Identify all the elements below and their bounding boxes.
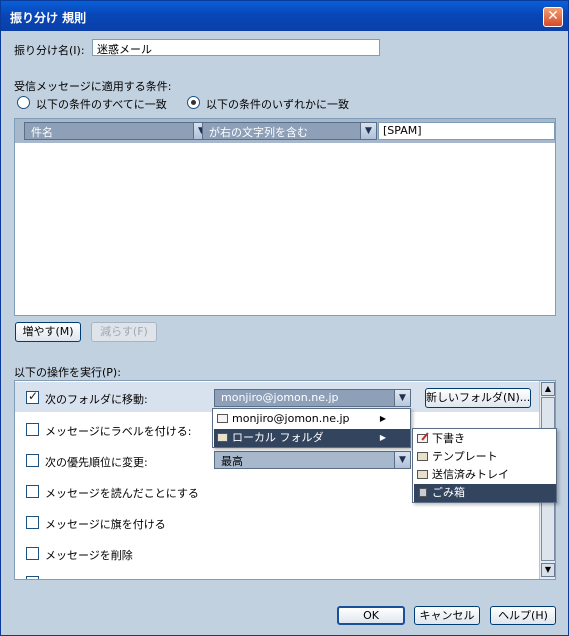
delete-label: メッセージを削除 [45, 549, 133, 562]
menu-item-sent[interactable]: 送信済みトレイ [414, 466, 556, 484]
menu-item-drafts[interactable]: 下書き [414, 430, 556, 448]
close-button[interactable]: ✕ [543, 7, 563, 27]
partial-checkbox [26, 576, 39, 579]
condition-operator-select[interactable]: が右の文字列を含む ▼ [202, 122, 377, 140]
title-bar[interactable]: 振り分け 規則 ✕ [1, 1, 568, 31]
match-all-label[interactable]: 以下の条件のすべてに一致 [36, 96, 167, 112]
chevron-down-icon: ▼ [360, 123, 376, 139]
target-folder-select[interactable]: monjiro@jomon.ne.jp ▼ [214, 389, 411, 407]
target-folder-value: monjiro@jomon.ne.jp [221, 391, 339, 404]
help-button[interactable]: ヘルプ(H) [490, 606, 556, 625]
drafts-folder-icon [417, 434, 428, 443]
submenu-arrow-icon: ▶ [379, 414, 386, 423]
menu-item-trash-label: ごみ箱 [432, 486, 465, 499]
chevron-down-icon: ▼ [394, 452, 410, 468]
priority-select[interactable]: 最高 ▼ [214, 451, 411, 469]
condition-field-value: 件名 [31, 126, 53, 139]
scroll-down-icon[interactable]: ▼ [541, 563, 555, 577]
remove-condition-button[interactable]: 減らす(F) [91, 322, 157, 342]
menu-item-drafts-label: 下書き [432, 432, 465, 445]
chevron-down-icon: ▼ [394, 390, 410, 406]
filter-name-label: 振り分け名(I): [14, 44, 85, 57]
condition-row[interactable]: 件名 ▼ が右の文字列を含む ▼ [SPAM] [15, 119, 555, 143]
ok-button[interactable]: OK [337, 606, 405, 625]
filter-rules-dialog: 振り分け 規則 ✕ 振り分け名(I): 迷惑メール 受信メッセージに適用する条件… [0, 0, 569, 636]
trash-folder-icon [419, 488, 427, 497]
menu-item-account[interactable]: monjiro@jomon.ne.jp ▶ [214, 410, 410, 428]
menu-item-sent-label: 送信済みトレイ [432, 468, 509, 481]
menu-item-local-folders-label: ローカル フォルダ [232, 431, 324, 444]
action-row-partial [15, 569, 539, 579]
sent-folder-icon [417, 470, 428, 479]
condition-operator-value: が右の文字列を含む [209, 126, 308, 139]
action-row-flag[interactable]: メッセージに旗を付ける [15, 507, 539, 537]
flag-label: メッセージに旗を付ける [45, 518, 166, 531]
conditions-list: 件名 ▼ が右の文字列を含む ▼ [SPAM] [14, 118, 556, 316]
mark-read-label: メッセージを読んだことにする [45, 487, 199, 500]
actions-heading: 以下の操作を実行(P): [14, 366, 121, 379]
action-row-delete[interactable]: メッセージを削除 [15, 538, 539, 568]
label-checkbox[interactable] [26, 423, 39, 436]
add-condition-button[interactable]: 増やす(M) [15, 322, 81, 342]
filter-name-input[interactable]: 迷惑メール [92, 39, 380, 56]
delete-checkbox[interactable] [26, 547, 39, 560]
conditions-heading: 受信メッセージに適用する条件: [14, 80, 172, 93]
move-checkbox[interactable] [26, 389, 39, 404]
local-folders-submenu: 下書き テンプレート 送信済みトレイ ごみ箱 [412, 428, 557, 503]
cancel-button[interactable]: キャンセル [414, 606, 480, 625]
priority-label: 次の優先順位に変更: [45, 456, 148, 469]
move-label: 次のフォルダに移動: [45, 393, 148, 406]
label-action-label: メッセージにラベルを付ける: [45, 425, 192, 438]
menu-item-trash[interactable]: ごみ箱 [414, 484, 556, 502]
close-icon: ✕ [547, 8, 559, 24]
folder-dropdown-menu: monjiro@jomon.ne.jp ▶ ローカル フォルダ ▶ [212, 408, 411, 448]
menu-item-templates[interactable]: テンプレート [414, 448, 556, 466]
local-folders-icon [217, 433, 228, 442]
match-all-radio[interactable] [17, 96, 30, 109]
templates-folder-icon [417, 452, 428, 461]
submenu-arrow-icon: ▶ [379, 433, 386, 442]
condition-field-select[interactable]: 件名 ▼ [24, 122, 210, 140]
flag-checkbox[interactable] [26, 516, 39, 529]
match-any-radio[interactable] [187, 96, 200, 109]
mark-read-checkbox[interactable] [26, 485, 39, 498]
match-any-label[interactable]: 以下の条件のいずれかに一致 [206, 96, 349, 112]
mail-account-icon [217, 414, 228, 423]
condition-value-input[interactable]: [SPAM] [378, 122, 555, 140]
menu-item-local-folders[interactable]: ローカル フォルダ ▶ [214, 429, 410, 447]
new-folder-button[interactable]: 新しいフォルダ(N)... [425, 388, 531, 408]
priority-checkbox[interactable] [26, 454, 39, 467]
window-title: 振り分け 規則 [10, 11, 87, 25]
menu-item-account-label: monjiro@jomon.ne.jp [232, 412, 350, 425]
scroll-up-icon[interactable]: ▲ [541, 382, 555, 396]
priority-value: 最高 [221, 455, 243, 468]
menu-item-templates-label: テンプレート [432, 450, 498, 463]
